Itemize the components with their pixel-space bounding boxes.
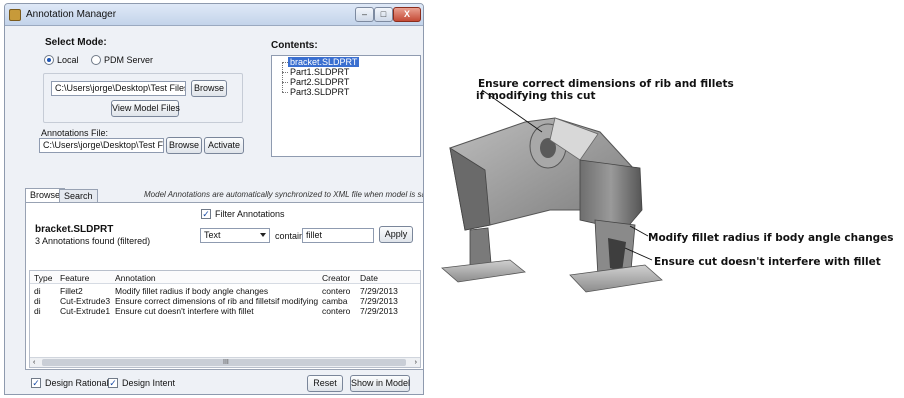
cad-model-figure: Ensure correct dimensions of rib and fil… (430, 60, 904, 320)
local-radio[interactable] (44, 55, 54, 65)
bracket-left-base (441, 259, 526, 283)
scroll-grip-icon: III (223, 359, 229, 366)
design-rationale-label: Design Rationale (45, 378, 114, 388)
sync-note: Model Annotations are automatically sync… (144, 190, 424, 199)
chevron-down-icon (260, 233, 266, 237)
table-header: Type Feature Annotation Creator Date (30, 271, 420, 284)
window-title: Annotation Manager (26, 9, 117, 20)
title-bar[interactable]: Annotation Manager – □ X (5, 4, 423, 26)
cell-creator: contero (322, 286, 351, 296)
table-row[interactable]: di Cut-Extrude1 Ensure cut doesn't inter… (30, 306, 420, 316)
column-header-annotation[interactable]: Annotation (115, 273, 156, 283)
contents-tree[interactable]: bracket.SLDPRT Part1.SLDPRT Part2.SLDPRT… (271, 55, 421, 157)
design-rationale-checkbox[interactable]: ✓ (31, 378, 41, 388)
scroll-left-icon[interactable]: ‹ (33, 358, 35, 367)
horizontal-scrollbar[interactable]: ‹ III › (30, 357, 420, 367)
pdm-server-radio-label: PDM Server (104, 55, 154, 65)
tab-search[interactable]: Search (59, 189, 98, 203)
filter-annotations-label: Filter Annotations (215, 209, 285, 219)
column-header-type[interactable]: Type (34, 273, 52, 283)
cell-feature: Cut-Extrude3 (60, 296, 111, 306)
select-mode-label: Select Mode: (45, 37, 107, 48)
callout-rib-line2: if modifying this cut (476, 90, 596, 102)
table-row[interactable]: di Cut-Extrude3 Ensure correct dimension… (30, 296, 420, 306)
annotations-file-label: Annotations File: (41, 128, 109, 138)
show-in-model-button[interactable]: Show in Model (350, 375, 410, 392)
cell-annotation: Ensure correct dimensions of rib and fil… (115, 296, 320, 306)
contents-label: Contents: (271, 40, 318, 51)
activate-button[interactable]: Activate (204, 137, 244, 154)
tree-connector (282, 92, 288, 93)
annotations-table[interactable]: Type Feature Annotation Creator Date di … (29, 270, 421, 368)
tree-connector (282, 82, 288, 83)
contents-item-part2[interactable]: Part2.SLDPRT (290, 77, 349, 87)
local-radio-label: Local (57, 55, 79, 65)
contains-input[interactable]: fillet (302, 228, 374, 243)
annotations-browse-button[interactable]: Browse (166, 137, 202, 154)
model-name: bracket.SLDPRT (35, 224, 114, 235)
cell-type: di (34, 296, 41, 306)
contents-item-bracket[interactable]: bracket.SLDPRT (288, 57, 360, 67)
cell-type: di (34, 286, 41, 296)
filter-field-value: Text (204, 230, 221, 240)
column-header-date[interactable]: Date (360, 273, 378, 283)
apply-button[interactable]: Apply (379, 226, 413, 243)
pdm-server-radio[interactable] (91, 55, 101, 65)
callout-cut: Ensure cut doesn't interfere with fillet (654, 256, 881, 268)
annotations-found-text: 3 Annotations found (filtered) (35, 236, 151, 246)
cell-feature: Cut-Extrude1 (60, 306, 111, 316)
view-model-files-button[interactable]: View Model Files (111, 100, 180, 117)
scroll-right-icon[interactable]: › (415, 358, 417, 367)
minimize-button[interactable]: – (355, 7, 374, 22)
annotations-file-input[interactable]: C:\Users\jorge\Desktop\Test Files (39, 138, 164, 153)
cell-feature: Fillet2 (60, 286, 83, 296)
contents-item-part1[interactable]: Part1.SLDPRT (290, 67, 349, 77)
cell-creator: camba (322, 296, 348, 306)
filter-field-select[interactable]: Text (200, 228, 270, 243)
contents-item-part3[interactable]: Part3.SLDPRT (290, 87, 349, 97)
local-path-input[interactable]: C:\Users\jorge\Desktop\Test Files (51, 81, 186, 96)
maximize-button[interactable]: □ (374, 7, 393, 22)
cell-annotation: Ensure cut doesn't interfere with fillet (115, 306, 254, 316)
filter-annotations-checkbox[interactable]: ✓ (201, 209, 211, 219)
browse-button[interactable]: Browse (191, 80, 227, 97)
cell-type: di (34, 306, 41, 316)
app-icon (9, 9, 21, 21)
column-header-feature[interactable]: Feature (60, 273, 89, 283)
cell-date: 7/29/2013 (360, 296, 398, 306)
close-button[interactable]: X (393, 7, 421, 22)
bracket-right-base (569, 264, 663, 293)
design-intent-label: Design Intent (122, 378, 176, 388)
tree-connector (282, 72, 288, 73)
callout-rib-line1: Ensure correct dimensions of rib and fil… (478, 78, 734, 90)
cell-date: 7/29/2013 (360, 306, 398, 316)
annotation-manager-window: Annotation Manager – □ X Select Mode: Lo… (4, 3, 424, 395)
design-intent-checkbox[interactable]: ✓ (108, 378, 118, 388)
cell-creator: contero (322, 306, 351, 316)
tree-connector (282, 62, 283, 92)
reset-button[interactable]: Reset (307, 375, 343, 392)
cell-date: 7/29/2013 (360, 286, 398, 296)
table-row[interactable]: di Fillet2 Modify fillet radius if body … (30, 286, 420, 296)
callout-fillet: Modify fillet radius if body angle chang… (648, 232, 894, 244)
column-header-creator[interactable]: Creator (322, 273, 350, 283)
bracket-right-block (579, 159, 643, 231)
cell-annotation: Modify fillet radius if body angle chang… (115, 286, 269, 296)
